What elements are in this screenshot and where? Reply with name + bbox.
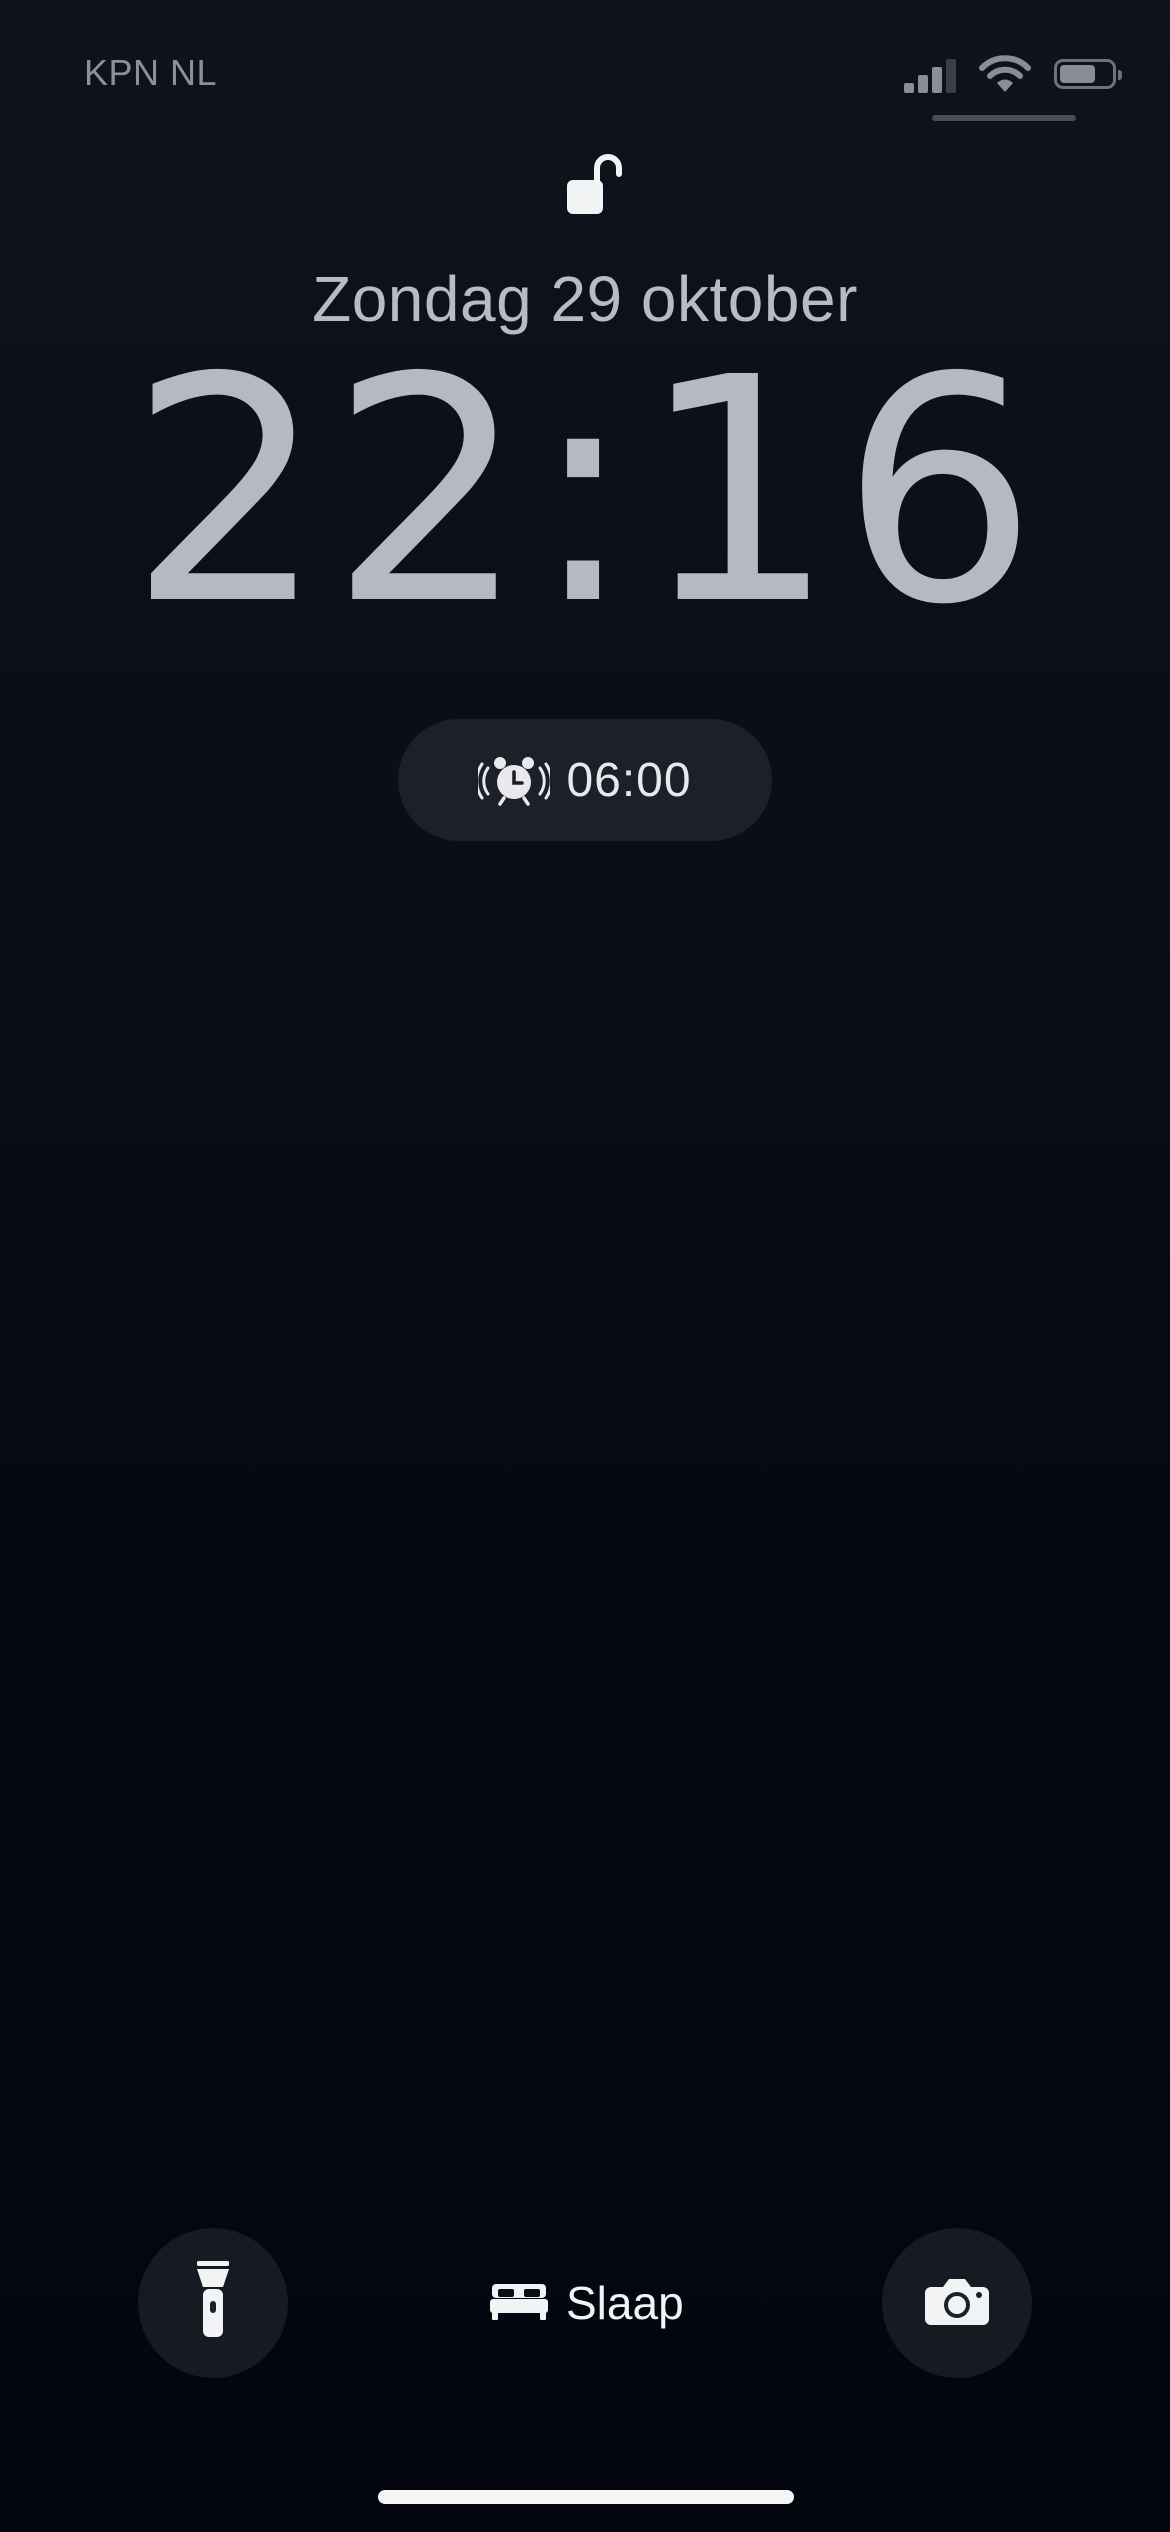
sleep-focus[interactable]: Slaap bbox=[490, 2268, 684, 2338]
sleep-label: Slaap bbox=[566, 2277, 684, 2329]
flashlight-button[interactable] bbox=[138, 2228, 288, 2378]
camera-button[interactable] bbox=[882, 2228, 1032, 2378]
carrier-label: KPN NL bbox=[84, 52, 218, 93]
lock-open-icon bbox=[561, 150, 625, 220]
alarm-clock-icon bbox=[475, 754, 554, 806]
cellular-signal-icon bbox=[904, 55, 956, 93]
camera-icon bbox=[923, 2275, 991, 2332]
status-icons bbox=[904, 52, 1122, 96]
alarm-time: 06:00 bbox=[566, 753, 692, 807]
status-bar-indicator bbox=[932, 115, 1076, 121]
home-indicator[interactable] bbox=[378, 2490, 794, 2504]
alarm-widget[interactable]: 06:00 bbox=[398, 719, 772, 841]
battery-icon bbox=[1054, 59, 1122, 89]
flashlight-icon bbox=[193, 2260, 233, 2346]
bed-icon bbox=[490, 2282, 548, 2325]
wifi-icon bbox=[978, 54, 1032, 94]
lockscreen-time: 22:16 bbox=[128, 312, 1042, 673]
